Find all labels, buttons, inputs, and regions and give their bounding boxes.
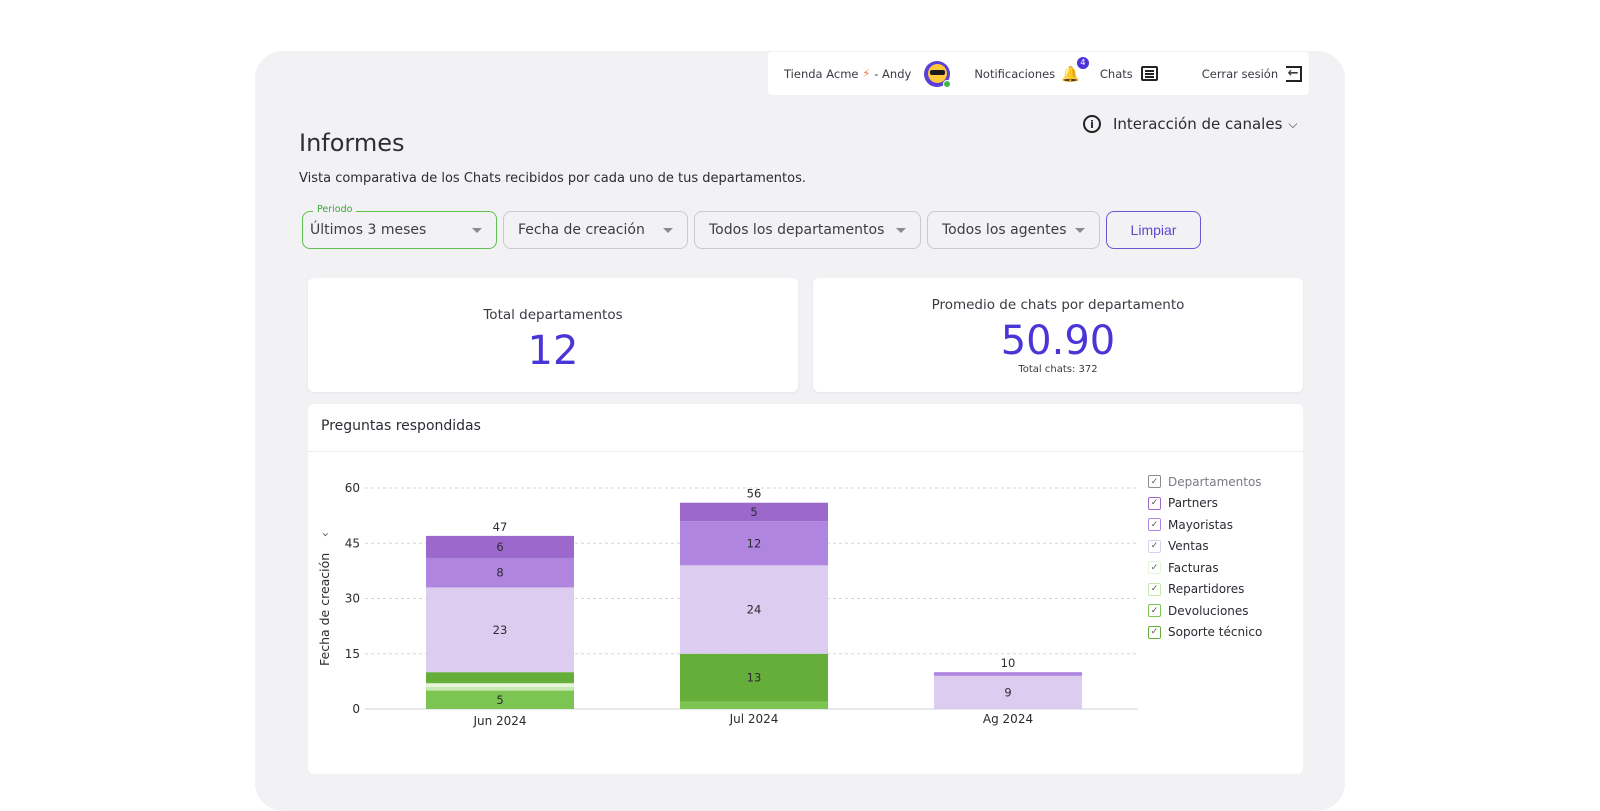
notifications-button[interactable]: Notificaciones 🔔 4 [974, 56, 1089, 83]
departments-select[interactable]: Todos los departamentos [694, 211, 921, 249]
legend-item-mayoristas[interactable]: ✓ Mayoristas [1148, 514, 1262, 536]
total-departments-card: Total departamentos 12 [308, 278, 798, 392]
agents-select[interactable]: Todos los agentes [927, 211, 1100, 249]
dropdown-arrow-icon [663, 227, 673, 233]
checkbox-icon[interactable]: ✓ [1148, 539, 1161, 553]
legend-label: Mayoristas [1168, 517, 1233, 532]
total-departments-label: Total departamentos [483, 307, 623, 323]
checkbox-icon[interactable]: ✓ [1148, 496, 1161, 510]
legend-item-repartidores[interactable]: ✓ Repartidores [1148, 579, 1262, 601]
legend-item-facturas[interactable]: ✓ Facturas [1148, 557, 1262, 579]
total-chats-text: Total chats: 372 [1018, 364, 1098, 375]
legend-label: Partners [1168, 496, 1218, 511]
departments-value: Todos los departamentos [709, 222, 885, 238]
chart-title: Preguntas respondidas [321, 418, 481, 434]
checkbox-icon[interactable]: ✓ [1148, 475, 1161, 489]
legend-item-ventas[interactable]: ✓ Ventas [1148, 536, 1262, 558]
logout-label: Cerrar sesión [1201, 66, 1279, 81]
checkbox-icon[interactable]: ✓ [1148, 561, 1161, 575]
notifications-badge: 4 [1076, 56, 1089, 69]
agents-value: Todos los agentes [942, 222, 1067, 238]
bell-icon: 🔔 4 [1061, 56, 1089, 83]
clear-filters-button[interactable]: Limpiar [1106, 211, 1201, 249]
page-subtitle: Vista comparativa de los Chats recibidos… [299, 171, 806, 186]
logout-button[interactable]: Cerrar sesión ← [1201, 65, 1303, 82]
chart-legend: ✓ Departamentos ✓ Partners ✓ Mayoristas ✓ Ven… [1148, 471, 1262, 643]
dropdown-arrow-icon [472, 227, 482, 233]
divider [308, 451, 1303, 452]
view-selector-label: Interacción de canales [1113, 115, 1283, 133]
view-selector[interactable]: i Interacción de canales ⌵ [1083, 115, 1298, 133]
legend-label: Soporte técnico [1168, 625, 1263, 640]
store-selector[interactable]: Tienda Acme ⚡ - Andy [784, 67, 911, 81]
chats-button[interactable]: Chats [1100, 66, 1158, 81]
legend-item-partners[interactable]: ✓ Partners [1148, 493, 1262, 515]
legend-label: Facturas [1168, 560, 1219, 575]
store-name: Tienda Acme [784, 66, 859, 81]
legend-header[interactable]: ✓ Departamentos [1148, 471, 1262, 493]
period-value: Últimos 3 meses [310, 222, 427, 238]
dropdown-arrow-icon [896, 227, 906, 233]
chats-label: Chats [1099, 66, 1133, 81]
info-icon[interactable]: i [1083, 115, 1101, 133]
date-type-value: Fecha de creación [518, 222, 645, 238]
user-name: - Andy [874, 66, 912, 81]
logout-icon: ← [1286, 65, 1303, 82]
chevron-down-icon: ⌵ [1288, 116, 1298, 131]
avg-chats-label: Promedio de chats por departamento [931, 297, 1185, 313]
checkbox-icon[interactable]: ✓ [1148, 604, 1161, 618]
avg-chats-value: 50.90 [1000, 318, 1116, 364]
avg-chats-card: Promedio de chats por departamento 50.90… [813, 278, 1303, 392]
legend-item-soporte-técnico[interactable]: ✓ Soporte técnico [1148, 622, 1262, 644]
avatar[interactable] [924, 60, 952, 88]
top-bar: Tienda Acme ⚡ - Andy Notificaciones 🔔 4 C… [768, 52, 1309, 95]
period-select[interactable]: Periodo Últimos 3 meses [302, 204, 497, 249]
notifications-label: Notificaciones [974, 66, 1056, 81]
dropdown-arrow-icon [1075, 227, 1085, 233]
legend-label: Ventas [1168, 539, 1209, 554]
legend-header-label: Departamentos [1168, 474, 1262, 489]
legend-label: Devoluciones [1168, 603, 1249, 618]
chat-icon [1140, 66, 1158, 81]
bolt-icon: ⚡ [862, 67, 871, 80]
period-label: Periodo [313, 204, 357, 215]
total-departments-value: 12 [527, 328, 579, 374]
checkbox-icon[interactable]: ✓ [1148, 518, 1161, 532]
date-type-select[interactable]: Fecha de creación [503, 211, 688, 249]
legend-label: Repartidores [1168, 582, 1245, 597]
legend-item-devoluciones[interactable]: ✓ Devoluciones [1148, 600, 1262, 622]
page-title: Informes [299, 129, 405, 157]
online-status-icon [943, 79, 952, 88]
checkbox-icon[interactable]: ✓ [1148, 625, 1161, 639]
checkbox-icon[interactable]: ✓ [1148, 582, 1161, 596]
